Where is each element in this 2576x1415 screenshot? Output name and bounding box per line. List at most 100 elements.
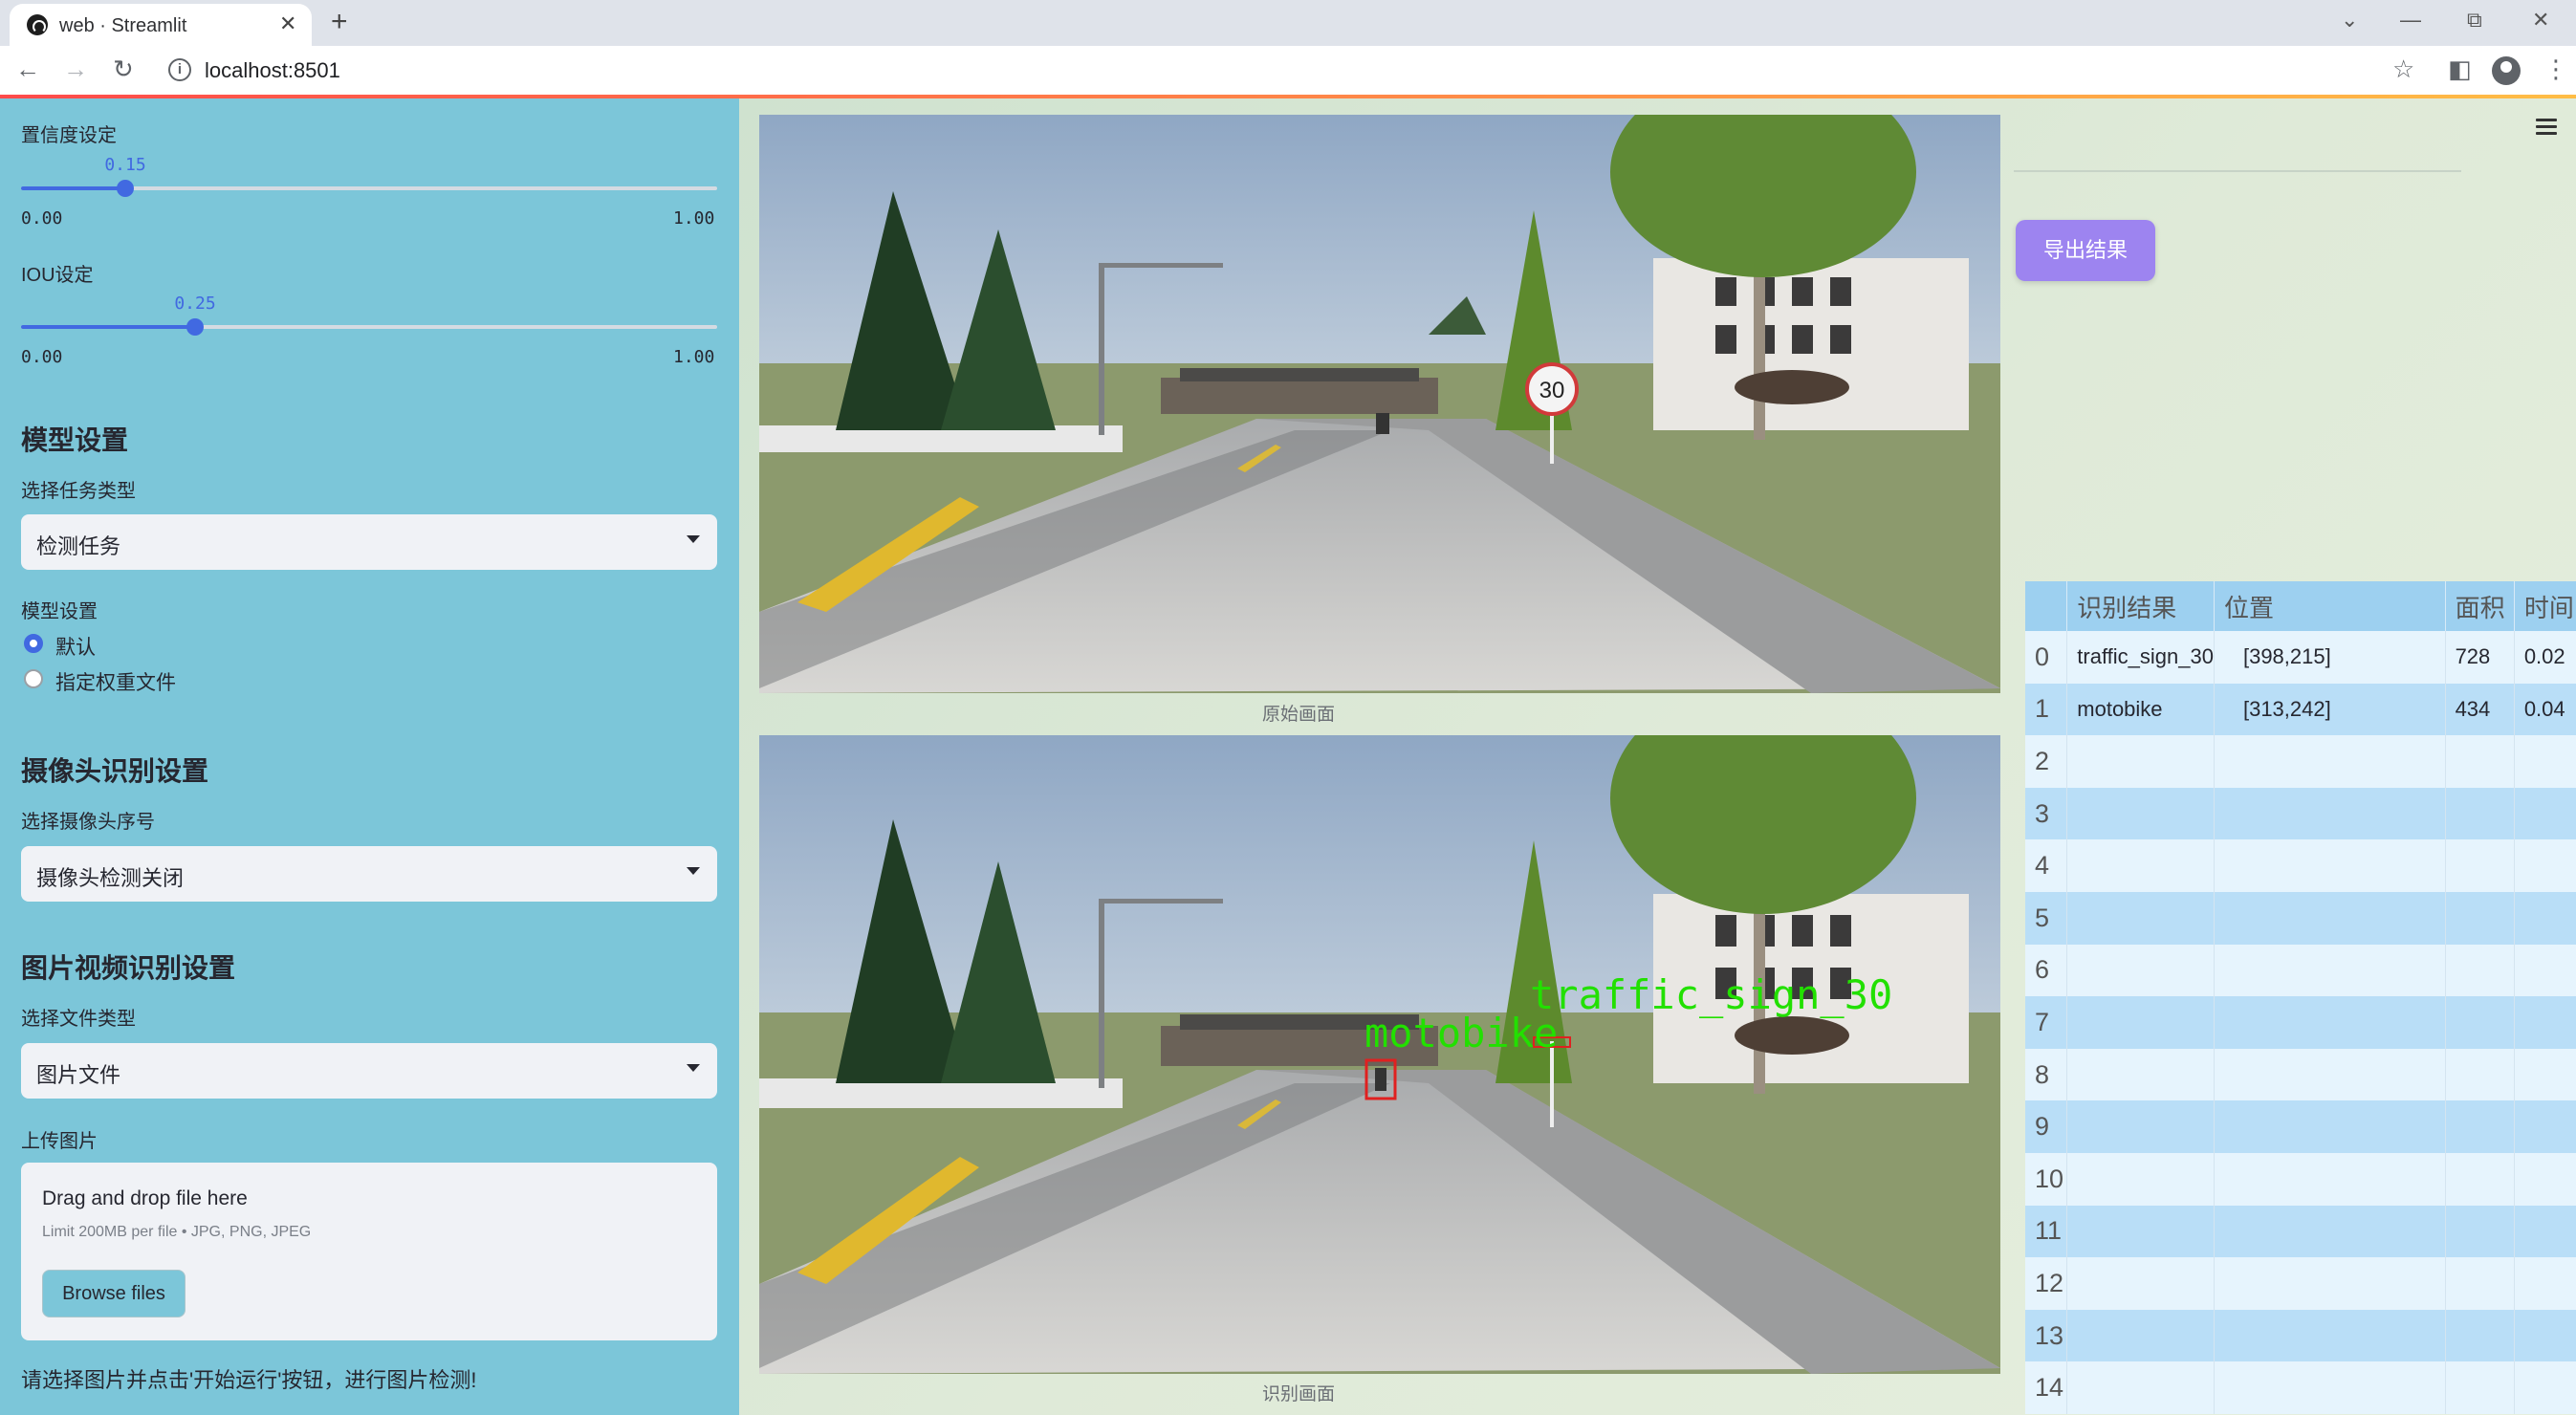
sidepanel-icon[interactable]: ◧ — [2448, 54, 2472, 84]
browse-files-button[interactable]: Browse files — [42, 1270, 186, 1317]
table-cell-area[interactable] — [2445, 1100, 2515, 1153]
table-cell-result[interactable] — [2066, 944, 2215, 997]
close-window-icon[interactable]: ✕ — [2532, 8, 2549, 33]
table-cell-area[interactable] — [2445, 996, 2515, 1049]
radio-custom-weights[interactable] — [24, 669, 43, 688]
table-row[interactable]: 10 — [2025, 1152, 2576, 1206]
table-cell-position[interactable] — [2214, 1100, 2446, 1153]
tab-search-icon[interactable]: ⌄ — [2341, 8, 2358, 33]
confidence-slider-thumb[interactable] — [117, 180, 135, 197]
table-cell-area[interactable] — [2445, 787, 2515, 840]
file-uploader-dropzone[interactable]: Drag and drop file here Limit 200MB per … — [21, 1163, 717, 1340]
table-cell-position[interactable] — [2214, 1205, 2446, 1258]
table-cell-index[interactable]: 4 — [2025, 839, 2068, 892]
table-cell-result[interactable] — [2066, 1205, 2215, 1258]
table-cell-time[interactable] — [2514, 1257, 2576, 1310]
table-cell-index[interactable]: 13 — [2025, 1309, 2068, 1362]
table-cell-index[interactable]: 12 — [2025, 1257, 2068, 1310]
table-cell-area[interactable] — [2445, 1152, 2515, 1206]
table-row[interactable]: 8 — [2025, 1048, 2576, 1101]
table-cell-index[interactable]: 6 — [2025, 944, 2068, 997]
table-cell-result[interactable] — [2066, 1100, 2215, 1153]
address-bar[interactable]: localhost:8501 — [205, 58, 340, 83]
hamburger-menu-icon[interactable] — [2536, 119, 2557, 136]
table-cell-index[interactable]: 8 — [2025, 1048, 2068, 1101]
table-cell-result[interactable]: motobike — [2066, 683, 2215, 736]
browser-tab[interactable]: web · Streamlit ✕ — [10, 4, 312, 46]
file-type-select[interactable]: 图片文件 — [21, 1043, 717, 1099]
table-cell-time[interactable] — [2514, 996, 2576, 1049]
new-tab-button[interactable]: + — [331, 6, 348, 38]
minimize-icon[interactable]: — — [2400, 8, 2421, 33]
radio-default[interactable] — [24, 634, 43, 653]
table-row[interactable]: 5 — [2025, 891, 2576, 945]
table-row[interactable]: 7 — [2025, 996, 2576, 1049]
table-cell-index[interactable]: 11 — [2025, 1205, 2068, 1258]
table-cell-result[interactable] — [2066, 996, 2215, 1049]
table-cell-position[interactable] — [2214, 1309, 2446, 1362]
star-icon[interactable]: ☆ — [2392, 54, 2414, 84]
table-cell-position[interactable] — [2214, 1152, 2446, 1206]
table-row[interactable]: 14 — [2025, 1361, 2576, 1414]
table-row[interactable]: 11 — [2025, 1205, 2576, 1258]
table-cell-result[interactable] — [2066, 1152, 2215, 1206]
table-cell-index[interactable]: 2 — [2025, 735, 2068, 788]
table-cell-area[interactable] — [2445, 891, 2515, 945]
table-row[interactable]: 4 — [2025, 839, 2576, 892]
results-table[interactable]: 识别结果 位置 面积 时间 0 traffic_sign_30 [398,215] 7… — [2025, 581, 2576, 1415]
table-cell-index[interactable]: 5 — [2025, 891, 2068, 945]
site-info-icon[interactable]: i — [168, 58, 191, 81]
confidence-slider[interactable] — [21, 180, 717, 197]
table-cell-position[interactable] — [2214, 735, 2446, 788]
table-header-time[interactable]: 时间 — [2514, 581, 2576, 631]
table-cell-result[interactable] — [2066, 1257, 2215, 1310]
table-row[interactable]: 0 traffic_sign_30 [398,215] 728 0.02 — [2025, 631, 2576, 684]
table-row[interactable]: 6 — [2025, 944, 2576, 997]
restore-icon[interactable]: ⧉ — [2467, 8, 2482, 33]
table-row[interactable]: 13 — [2025, 1309, 2576, 1362]
table-cell-area[interactable] — [2445, 1048, 2515, 1101]
table-cell-position[interactable] — [2214, 944, 2446, 997]
table-cell-index[interactable]: 3 — [2025, 787, 2068, 840]
table-cell-position[interactable] — [2214, 1257, 2446, 1310]
back-icon[interactable]: ← — [15, 54, 40, 84]
table-cell-area[interactable]: 434 — [2445, 683, 2515, 736]
table-cell-position[interactable]: [398,215] — [2214, 631, 2446, 684]
radio-custom-weights-label[interactable]: 指定权重文件 — [55, 667, 176, 696]
table-header-result[interactable]: 识别结果 — [2066, 581, 2215, 631]
table-cell-result[interactable] — [2066, 1048, 2215, 1101]
table-cell-area[interactable]: 728 — [2445, 631, 2515, 684]
table-cell-area[interactable] — [2445, 1257, 2515, 1310]
table-cell-result[interactable] — [2066, 1309, 2215, 1362]
kebab-menu-icon[interactable]: ⋮ — [2543, 54, 2568, 84]
export-results-button[interactable]: 导出结果 — [2016, 220, 2155, 281]
table-cell-time[interactable] — [2514, 1309, 2576, 1362]
table-cell-area[interactable] — [2445, 839, 2515, 892]
table-cell-area[interactable] — [2445, 1309, 2515, 1362]
table-cell-position[interactable] — [2214, 839, 2446, 892]
table-cell-index[interactable]: 10 — [2025, 1152, 2068, 1206]
table-cell-position[interactable] — [2214, 1048, 2446, 1101]
table-cell-time[interactable] — [2514, 1152, 2576, 1206]
table-cell-position[interactable] — [2214, 1361, 2446, 1414]
iou-slider-thumb[interactable] — [186, 318, 204, 336]
table-cell-result[interactable] — [2066, 839, 2215, 892]
table-cell-area[interactable] — [2445, 1205, 2515, 1258]
table-row[interactable]: 9 — [2025, 1100, 2576, 1153]
table-row[interactable]: 2 — [2025, 735, 2576, 788]
table-header-area[interactable]: 面积 — [2445, 581, 2515, 631]
table-cell-time[interactable] — [2514, 1048, 2576, 1101]
table-cell-area[interactable] — [2445, 1361, 2515, 1414]
reload-icon[interactable]: ↻ — [113, 54, 134, 84]
table-cell-result[interactable] — [2066, 1361, 2215, 1414]
table-cell-result[interactable]: traffic_sign_30 — [2066, 631, 2215, 684]
radio-default-label[interactable]: 默认 — [55, 632, 96, 661]
table-cell-position[interactable] — [2214, 891, 2446, 945]
tab-close-icon[interactable]: ✕ — [279, 11, 296, 36]
table-cell-result[interactable] — [2066, 891, 2215, 945]
table-cell-area[interactable] — [2445, 735, 2515, 788]
table-cell-time[interactable]: 0.02 — [2514, 631, 2576, 684]
table-cell-time[interactable] — [2514, 735, 2576, 788]
table-cell-time[interactable] — [2514, 839, 2576, 892]
table-cell-index[interactable]: 1 — [2025, 683, 2068, 736]
